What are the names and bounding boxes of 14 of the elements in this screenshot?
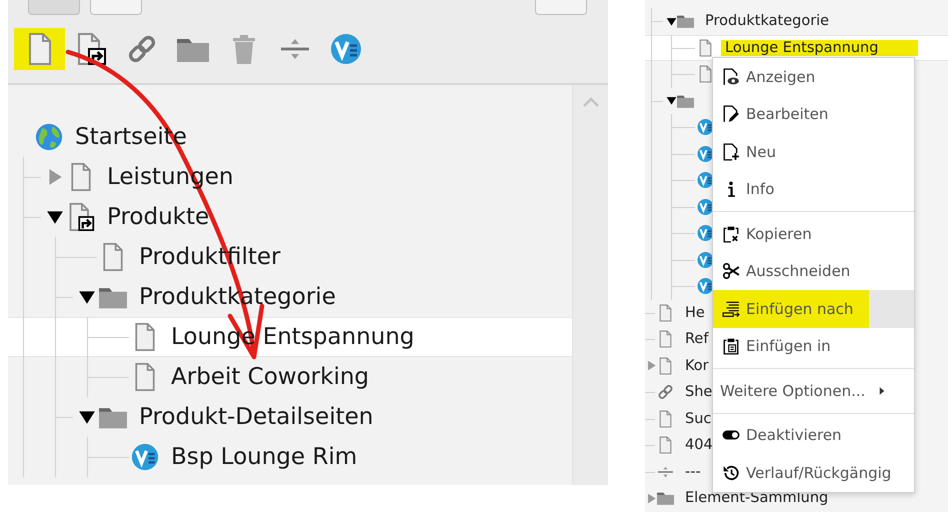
tree-item-label: Produkt-Detailseiten (139, 404, 374, 430)
tree-item-label: Produkte (107, 204, 210, 230)
tree-item-label: Arbeit Coworking (171, 364, 370, 390)
tree-item-label: --- (685, 464, 701, 480)
tree-item-label: 404 (685, 437, 713, 454)
tree-item-label: Lounge Entspannung (721, 40, 918, 56)
tree-item-label: Kor (685, 358, 709, 374)
tree-item-label: Bsp Lounge Rim (171, 444, 358, 470)
tree-item-label: Element-Sammlung (685, 490, 828, 506)
tree-item-label: He (685, 304, 705, 321)
tree-item-label: Ref (685, 331, 708, 348)
tree-item-label: She (685, 384, 712, 400)
tree-item-label: Suc (685, 410, 712, 427)
tree-item-label: Produktkategorie (705, 13, 830, 30)
